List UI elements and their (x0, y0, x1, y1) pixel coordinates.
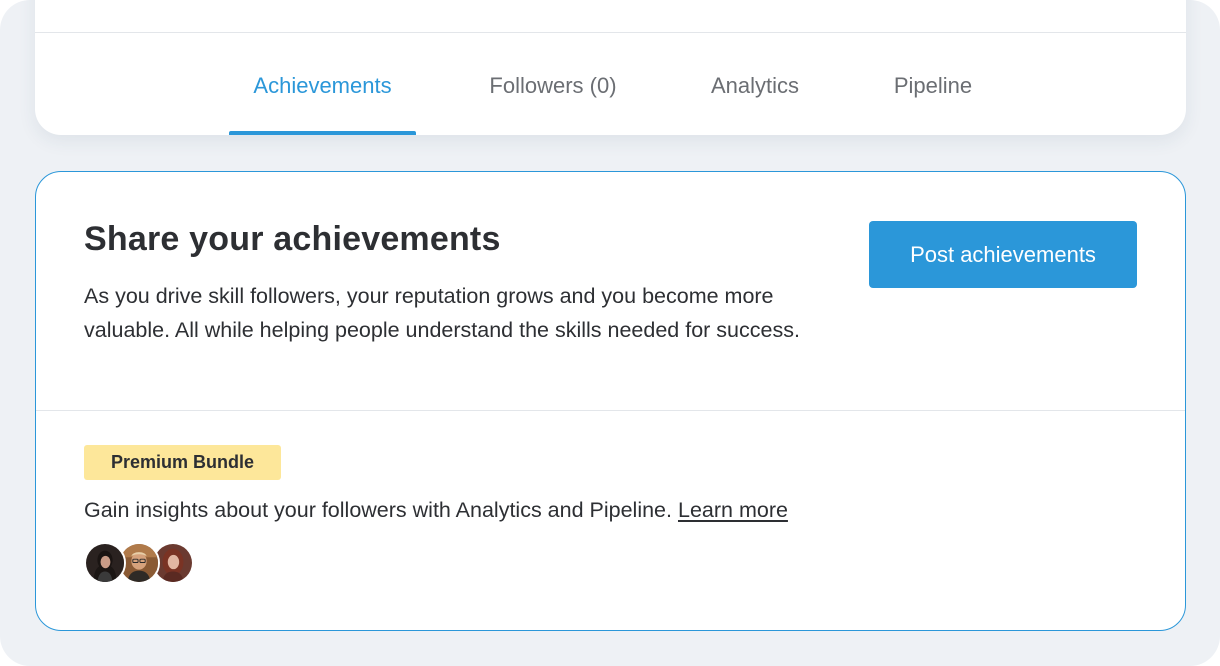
tab-pipeline[interactable]: Pipeline (873, 60, 993, 135)
page-background: Achievements Followers (0) Analytics Pip… (0, 0, 1220, 666)
card-title: Share your achievements (84, 220, 501, 258)
tab-achievements[interactable]: Achievements (229, 60, 416, 135)
premium-bundle-badge: Premium Bundle (84, 445, 282, 480)
card-description: As you drive skill followers, your reput… (84, 284, 800, 342)
tab-analytics-label: Analytics (710, 73, 800, 98)
avatar-group (84, 542, 204, 584)
learn-more-link[interactable]: Learn more (678, 498, 788, 522)
post-achievements-button[interactable]: Post achievements (869, 221, 1137, 288)
tab-followers[interactable]: Followers (0) (455, 60, 651, 135)
share-achievements-card: Share your achievements As you drive ski… (35, 171, 1186, 631)
tab-achievements-label: Achievements (253, 73, 392, 98)
premium-insights-text: Gain insights about your followers with … (84, 498, 788, 523)
avatar (84, 542, 126, 584)
tabs-top-divider (35, 32, 1186, 33)
profile-tabs-card: Achievements Followers (0) Analytics Pip… (35, 0, 1186, 135)
tab-analytics[interactable]: Analytics (690, 60, 820, 135)
premium-insights-copy: Gain insights about your followers with … (84, 498, 672, 522)
section-divider (36, 410, 1185, 411)
tab-pipeline-label: Pipeline (893, 73, 973, 98)
tab-followers-label: Followers (0) (489, 73, 617, 98)
avatar-woman-dark-hair-icon (86, 544, 124, 582)
